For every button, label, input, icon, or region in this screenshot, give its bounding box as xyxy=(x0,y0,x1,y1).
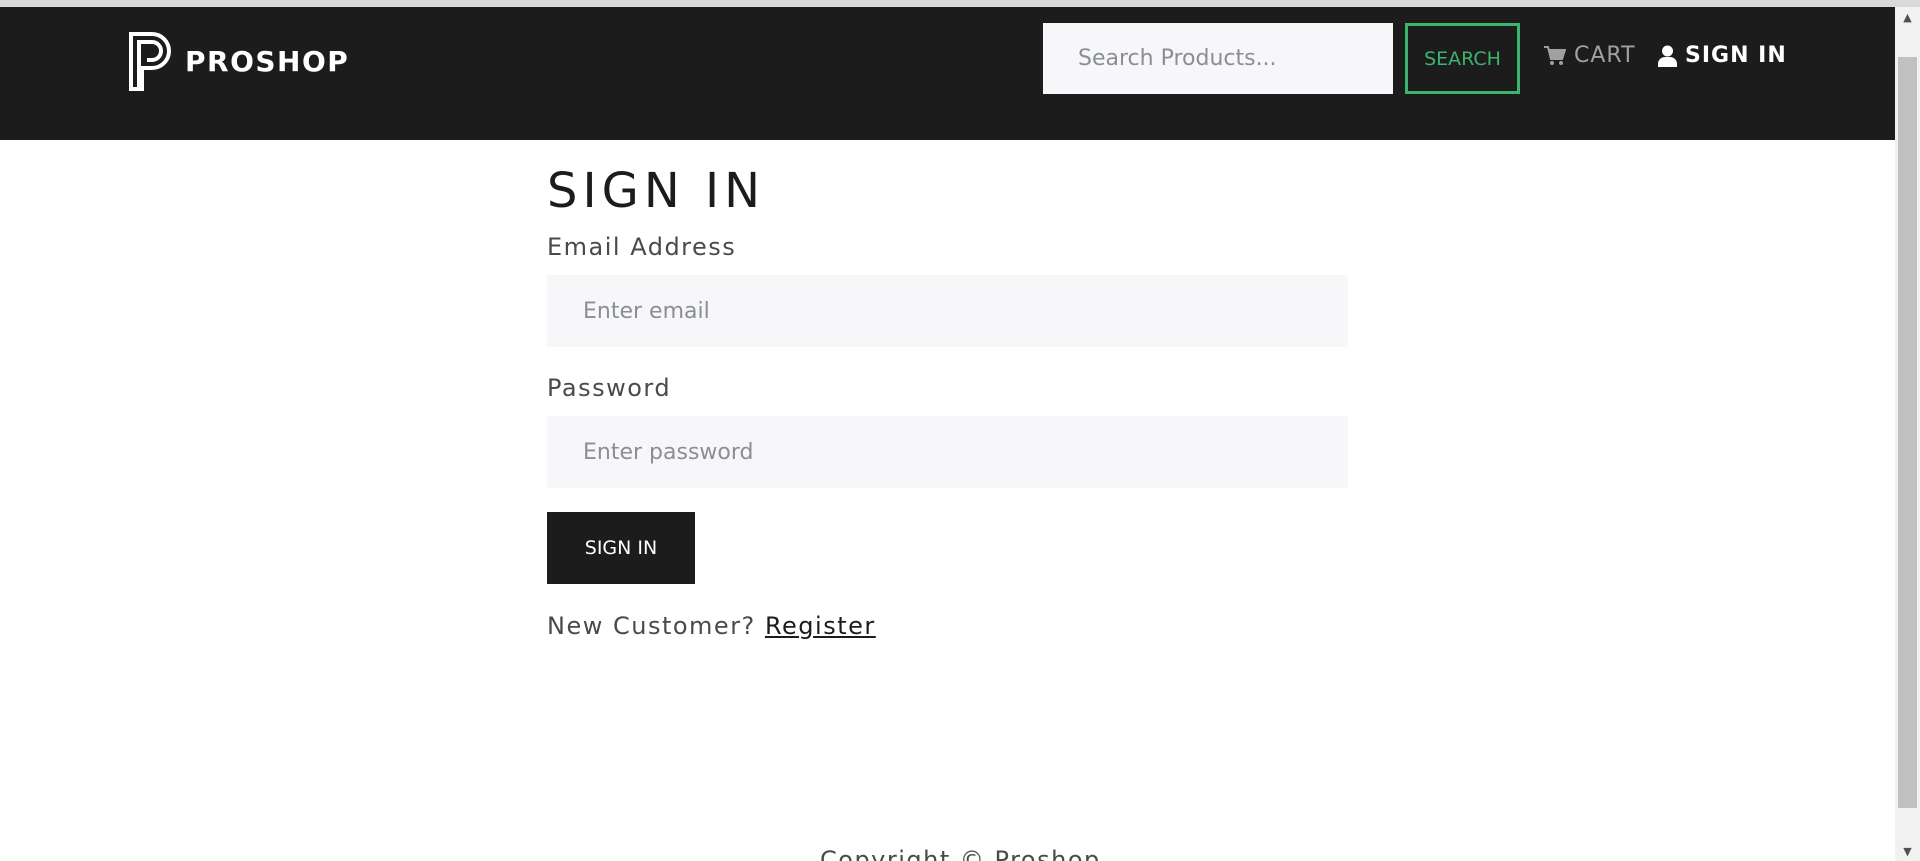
nav-signin-label: SIGN IN xyxy=(1685,43,1787,68)
signin-submit-button[interactable]: SIGN IN xyxy=(547,512,695,584)
search-button[interactable]: SEARCH xyxy=(1405,23,1520,94)
register-link[interactable]: Register xyxy=(765,612,876,640)
browser-top-edge xyxy=(0,0,1920,7)
proshop-logo-icon xyxy=(129,32,171,91)
nav-cart-link[interactable]: CART xyxy=(1544,43,1636,68)
scrollbar-thumb[interactable] xyxy=(1898,57,1917,808)
footer-copyright: Copyright © Proshop xyxy=(820,846,1101,861)
password-field[interactable] xyxy=(547,416,1348,488)
scroll-up-arrow-icon[interactable]: ▲ xyxy=(1895,7,1920,27)
nav-signin-link[interactable]: SIGN IN xyxy=(1658,43,1787,68)
nav-cart-label: CART xyxy=(1574,43,1636,68)
user-icon xyxy=(1658,45,1677,67)
new-customer-text: New Customer? xyxy=(547,612,756,640)
navbar: PROSHOP SEARCH CART SIGN IN xyxy=(0,7,1895,140)
email-label: Email Address xyxy=(547,233,737,261)
scroll-down-arrow-icon[interactable]: ▼ xyxy=(1895,841,1920,861)
search-input[interactable] xyxy=(1043,23,1393,94)
page: PROSHOP SEARCH CART SIGN IN SIGN IN Emai… xyxy=(0,0,1920,861)
signin-form-container: SIGN IN Email Address Password SIGN IN N… xyxy=(547,140,1348,640)
email-field[interactable] xyxy=(547,275,1348,347)
brand-name: PROSHOP xyxy=(185,44,350,78)
cart-icon xyxy=(1544,45,1566,65)
vertical-scrollbar[interactable]: ▲ ▼ xyxy=(1895,7,1920,861)
brand-link[interactable]: PROSHOP xyxy=(128,31,349,91)
page-title: SIGN IN xyxy=(547,163,766,219)
register-prompt: New Customer? Register xyxy=(547,612,1348,640)
password-label: Password xyxy=(547,374,672,402)
